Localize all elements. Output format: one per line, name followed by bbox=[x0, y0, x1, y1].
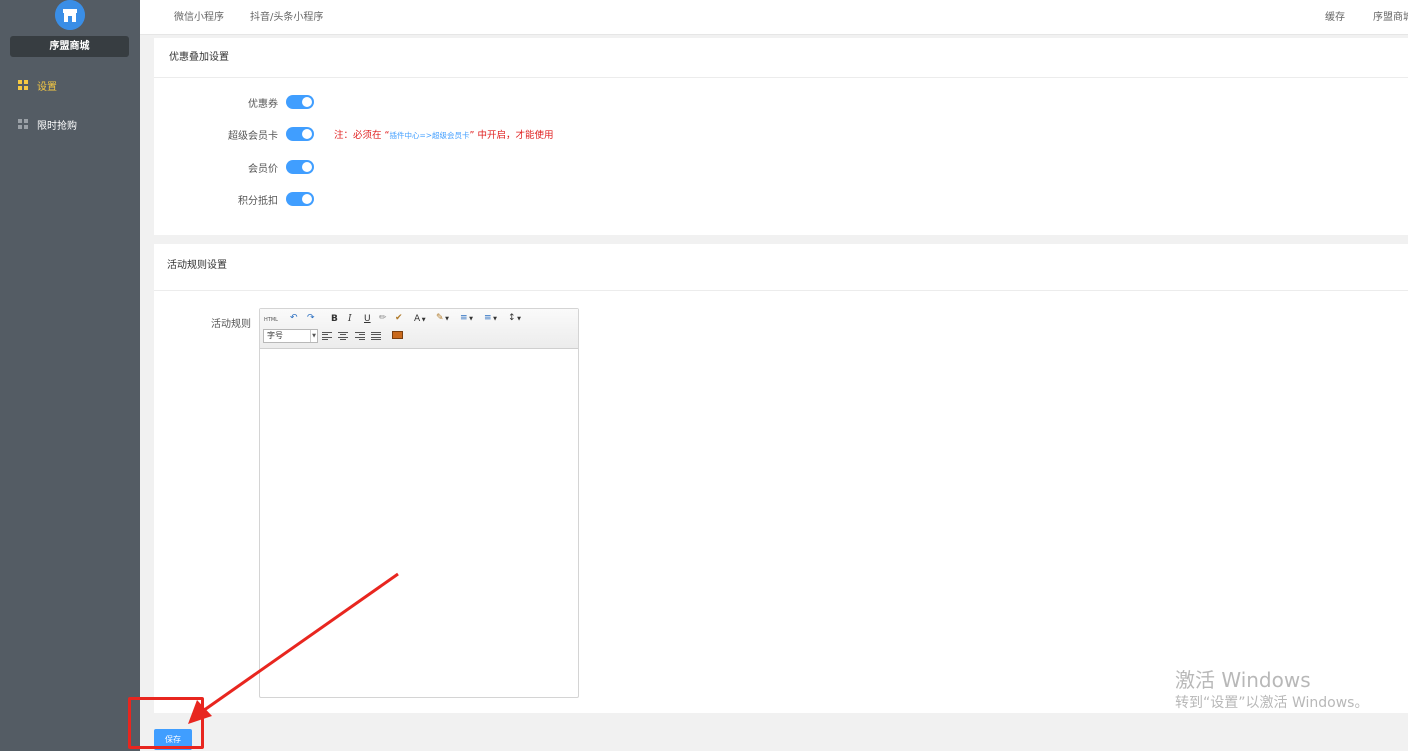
store-logo-icon bbox=[55, 0, 85, 30]
italic-button[interactable]: I bbox=[348, 313, 352, 325]
discount-settings-card: 优惠叠加设置 优惠券 超级会员卡 注：必须在 “插件中心=>超级会员卡” 中开启… bbox=[154, 38, 1408, 235]
undo-icon[interactable]: ↶ bbox=[290, 312, 298, 324]
annotation-highlight-box bbox=[128, 697, 204, 749]
bold-button[interactable]: B bbox=[331, 313, 338, 325]
cache-link[interactable]: 缓存 bbox=[1325, 8, 1345, 23]
tab-wechat-miniprogram[interactable]: 微信小程序 bbox=[174, 8, 224, 23]
sidebar-item-label: 设置 bbox=[37, 81, 57, 93]
sidebar-item-label: 限时抢购 bbox=[37, 120, 77, 132]
points-deduction-row: 积分抵扣 bbox=[154, 189, 314, 209]
eraser-icon[interactable]: ✏ bbox=[379, 312, 387, 324]
sidebar-item-settings[interactable]: 设置 bbox=[0, 70, 140, 100]
rules-label: 活动规则 bbox=[211, 319, 251, 330]
grid-icon bbox=[18, 80, 28, 90]
tab-douyin-miniprogram[interactable]: 抖音/头条小程序 bbox=[250, 8, 323, 23]
insert-image-icon[interactable] bbox=[392, 331, 403, 339]
plugin-center-link[interactable]: 插件中心=>超级会员卡 bbox=[389, 131, 469, 140]
watermark-subtitle: 转到“设置”以激活 Windows。 bbox=[1175, 695, 1369, 711]
format-brush-icon[interactable]: ✔ bbox=[395, 312, 403, 324]
store-switch-link[interactable]: 序盟商城 bbox=[1373, 8, 1408, 23]
member-price-toggle[interactable] bbox=[286, 160, 314, 174]
member-price-row: 会员价 bbox=[154, 157, 314, 177]
points-deduction-label: 积分抵扣 bbox=[238, 195, 278, 207]
rich-text-editor: HTML ↶ ↷ B I U ✏ ✔ A ▼ ✎ ▼ ≡ ▼ ≡ ▼ ↕ ▼ 字… bbox=[259, 308, 579, 698]
sidebar: 序盟商城 设置 限时抢购 bbox=[0, 0, 140, 751]
font-size-select[interactable]: 字号 ▼ bbox=[263, 329, 318, 343]
coupon-row: 优惠券 bbox=[154, 92, 314, 112]
html-source-button[interactable]: HTML bbox=[264, 314, 278, 326]
super-member-card-label: 超级会员卡 bbox=[228, 130, 278, 142]
line-height-icon[interactable]: ↕ ▼ bbox=[508, 312, 521, 325]
coupon-label: 优惠券 bbox=[248, 98, 278, 110]
top-nav: 微信小程序 抖音/头条小程序 缓存 序盟商城 bbox=[140, 0, 1408, 35]
store-name: 序盟商城 bbox=[10, 36, 129, 57]
underline-button[interactable]: U bbox=[364, 313, 371, 325]
member-price-label: 会员价 bbox=[248, 163, 278, 175]
plugin-note: 注：必须在 “插件中心=>超级会员卡” 中开启，才能使用 bbox=[334, 130, 554, 141]
sidebar-item-flash-sale[interactable]: 限时抢购 bbox=[0, 109, 140, 139]
align-right-icon[interactable] bbox=[355, 332, 365, 340]
section-title: 优惠叠加设置 bbox=[154, 38, 1408, 78]
grid-icon bbox=[18, 119, 28, 129]
ordered-list-icon[interactable]: ≡ ▼ bbox=[460, 312, 473, 325]
watermark-title: 激活 Windows bbox=[1175, 668, 1311, 692]
align-justify-icon[interactable] bbox=[371, 332, 381, 340]
redo-icon[interactable]: ↷ bbox=[307, 312, 315, 324]
points-deduction-toggle[interactable] bbox=[286, 192, 314, 206]
editor-content-area[interactable] bbox=[260, 349, 578, 697]
super-member-card-toggle[interactable] bbox=[286, 127, 314, 141]
editor-toolbar: HTML ↶ ↷ B I U ✏ ✔ A ▼ ✎ ▼ ≡ ▼ ≡ ▼ ↕ ▼ 字… bbox=[260, 309, 578, 349]
coupon-toggle[interactable] bbox=[286, 95, 314, 109]
save-bar bbox=[140, 713, 1408, 751]
rules-settings-card: 活动规则设置 活动规则 HTML ↶ ↷ B I U ✏ ✔ A ▼ ✎ ▼ ≡… bbox=[154, 244, 1408, 713]
font-color-button[interactable]: A ▼ bbox=[414, 313, 426, 326]
highlight-color-icon[interactable]: ✎ ▼ bbox=[436, 312, 449, 325]
align-left-icon[interactable] bbox=[322, 332, 332, 340]
chevron-down-icon: ▼ bbox=[310, 330, 317, 342]
super-member-card-row: 超级会员卡 注：必须在 “插件中心=>超级会员卡” 中开启，才能使用 bbox=[154, 124, 553, 144]
align-center-icon[interactable] bbox=[338, 332, 348, 340]
section-title: 活动规则设置 bbox=[154, 244, 1408, 291]
unordered-list-icon[interactable]: ≡ ▼ bbox=[484, 312, 497, 325]
